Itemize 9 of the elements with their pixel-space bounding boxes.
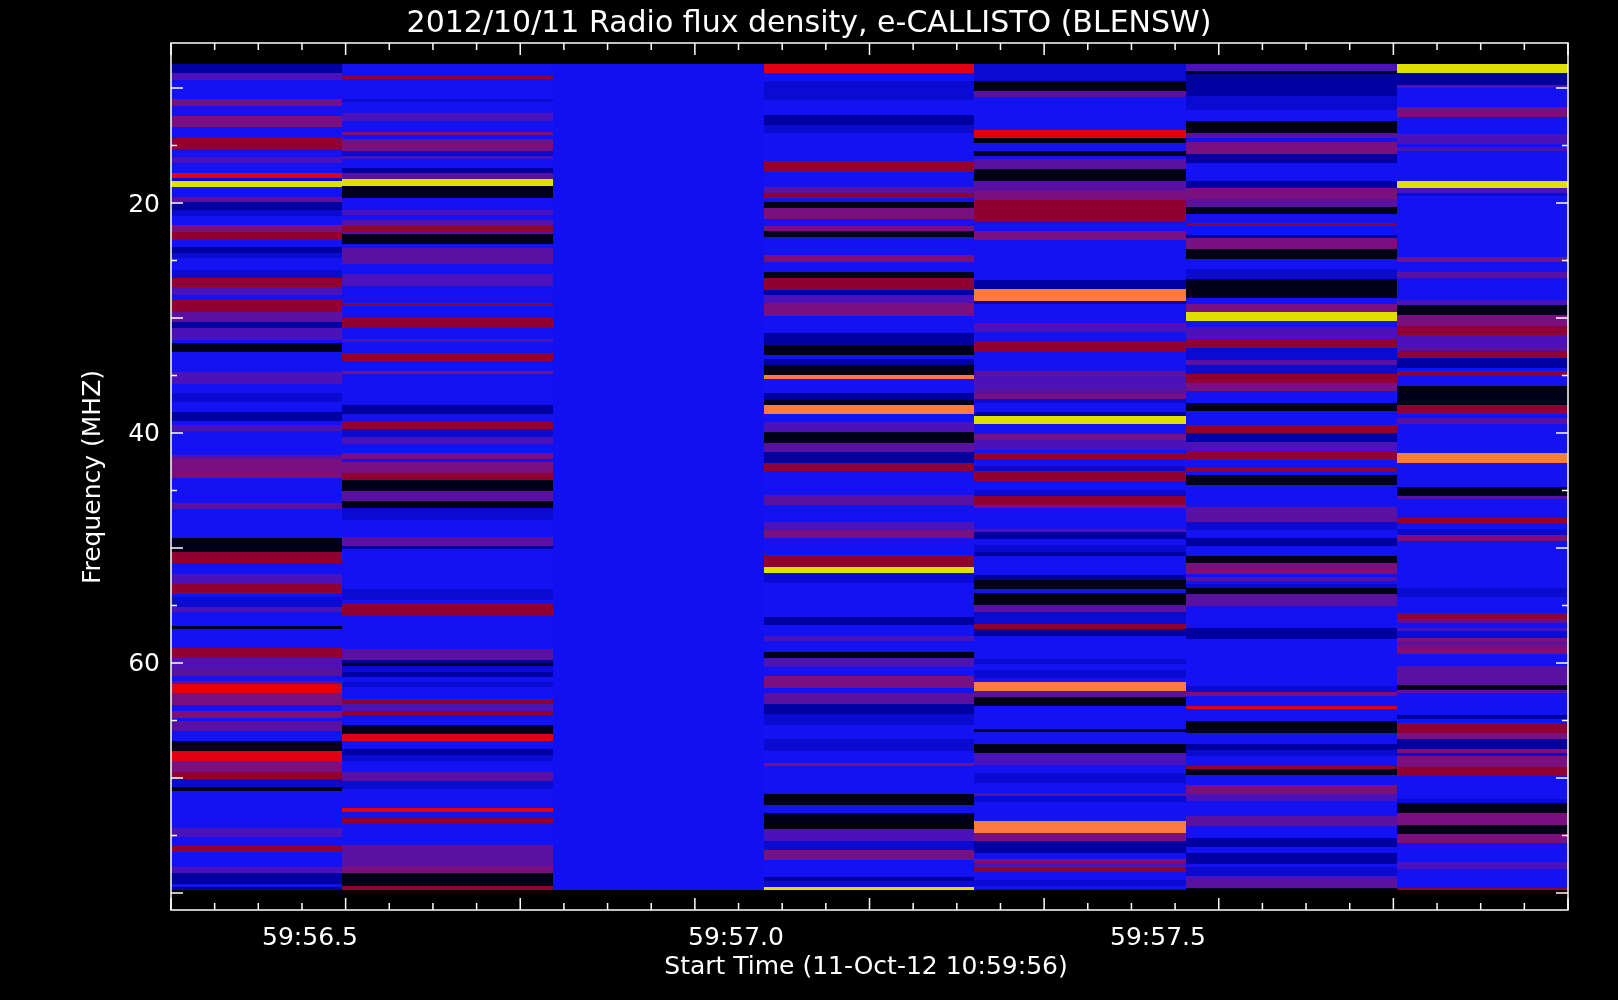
y-axis-label: Frequency (MHZ) [77,369,106,585]
y-tick-label: 60 [128,648,160,677]
x-axis-label: Start Time (11-Oct-12 10:59:56) [664,951,1068,980]
x-tick-label: 59:57.0 [688,922,784,951]
y-tick-label: 20 [128,189,160,218]
chart-title: 2012/10/11 Radio flux density, e-CALLISTO (BLENSW) [406,4,1212,39]
y-tick-label: 40 [128,418,160,447]
x-tick-label: 59:56.5 [262,922,358,951]
x-tick-label: 59:57.5 [1110,922,1206,951]
